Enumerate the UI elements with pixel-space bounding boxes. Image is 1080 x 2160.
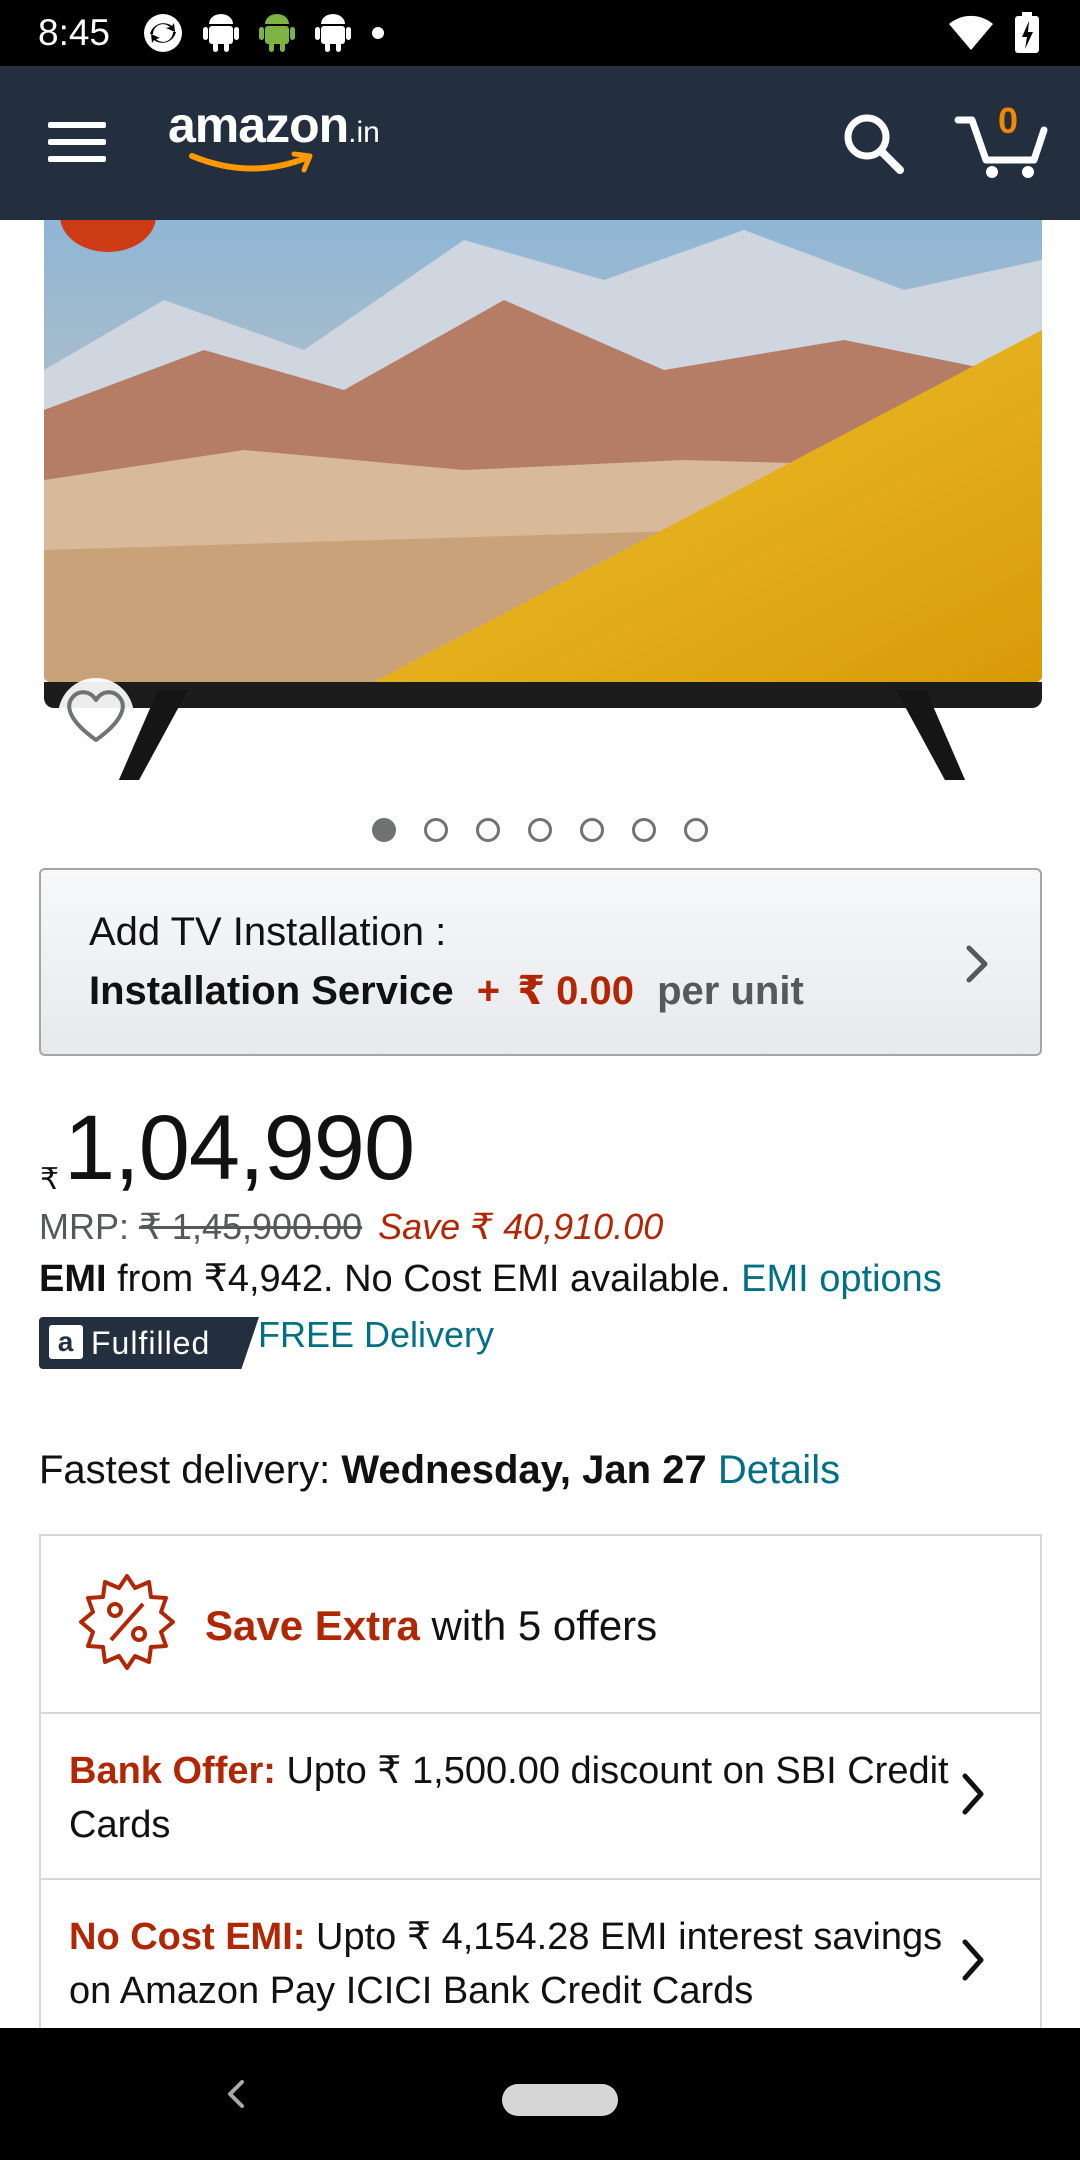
chevron-right-icon [962, 1773, 984, 1815]
emi-label: EMI [39, 1258, 107, 1300]
app-header: amazon.in 0 [0, 66, 1080, 220]
android-green-icon [258, 12, 296, 59]
carousel-dot[interactable] [476, 818, 500, 842]
carousel-dot[interactable] [684, 818, 708, 842]
emi-options-link[interactable]: EMI options [741, 1258, 942, 1300]
tv-bezel [44, 682, 1042, 708]
installation-option: Installation Service + ₹ 0.00 per unit [89, 968, 804, 1014]
offers-count-text: with 5 offers [419, 1602, 658, 1649]
offers-header[interactable]: Save Extra with 5 offers [41, 1536, 1040, 1714]
product-image-carousel[interactable] [0, 220, 1080, 780]
delivery-date: Wednesday, Jan 27 [341, 1448, 707, 1492]
sync-icon [142, 12, 184, 59]
mrp-label: MRP: [39, 1206, 129, 1247]
offer-text: Bank Offer: Upto ₹ 1,500.00 discount on … [69, 1744, 949, 1852]
installation-title: Add TV Installation : [89, 910, 447, 954]
notification-icons [142, 12, 386, 59]
offer-label: Bank Offer: [69, 1750, 276, 1792]
system-nav-bar [0, 2028, 1080, 2160]
home-pill-button[interactable] [502, 2084, 618, 2116]
free-delivery-link[interactable]: FREE Delivery [258, 1314, 494, 1356]
battery-icon [1014, 12, 1040, 59]
back-icon[interactable] [222, 2074, 250, 2114]
logo-word: amazon [168, 97, 349, 153]
smile-arrow-icon [189, 151, 313, 173]
cart-button[interactable]: 0 [954, 100, 1050, 180]
save-extra-text: Save Extra with 5 offers [205, 1602, 657, 1650]
search-icon[interactable] [840, 110, 906, 176]
savings-text: Save ₹ 40,910.00 [378, 1206, 664, 1247]
carousel-dot[interactable] [580, 818, 604, 842]
save-extra-label: Save Extra [205, 1602, 420, 1649]
carousel-dot[interactable] [424, 818, 448, 842]
mrp-line: MRP: ₹ 1,45,900.00 Save ₹ 40,910.00 [39, 1206, 663, 1248]
fulfilled-label: Fulfilled [91, 1325, 211, 1361]
price-currency: ₹ [40, 1163, 60, 1196]
amazon-logo[interactable]: amazon.in [168, 96, 380, 173]
offers-card: Save Extra with 5 offers Bank Offer: Upt… [39, 1534, 1042, 2034]
emi-line: EMI from ₹4,942. No Cost EMI available. … [39, 1256, 942, 1301]
tv-installation-selector[interactable]: Add TV Installation : Installation Servi… [39, 868, 1042, 1056]
status-bar: 8:45 [0, 0, 1080, 66]
tv-stand-right [896, 690, 966, 780]
dot-icon [370, 25, 386, 46]
wifi-icon [948, 14, 994, 57]
installation-price: ₹ 0.00 [517, 969, 634, 1013]
emi-text: from ₹4,942. No Cost EMI available. [106, 1258, 742, 1300]
offer-label: No Cost EMI: [69, 1916, 306, 1958]
product-image [44, 220, 1042, 682]
offer-text: No Cost EMI: Upto ₹ 4,154.28 EMI interes… [69, 1910, 949, 2018]
heart-icon [67, 690, 125, 742]
installation-service-label: Installation Service [89, 969, 454, 1013]
price-amount: 1,04,990 [64, 1097, 415, 1199]
carousel-dot[interactable] [528, 818, 552, 842]
chevron-right-icon [962, 1939, 984, 1981]
system-icons [948, 12, 1040, 59]
wishlist-button[interactable] [58, 678, 134, 754]
android-icon [314, 12, 352, 59]
delivery-details-link[interactable]: Details [718, 1448, 840, 1492]
fulfilled-badge: a Fulfilled [39, 1317, 259, 1369]
percent-badge-icon [79, 1574, 175, 1670]
status-time: 8:45 [38, 12, 111, 53]
cart-count: 0 [998, 100, 1019, 141]
offer-item-no-cost-emi[interactable]: No Cost EMI: Upto ₹ 4,154.28 EMI interes… [41, 1880, 1040, 2040]
amazon-a-icon: a [49, 1325, 83, 1359]
carousel-dot-active[interactable] [372, 818, 396, 842]
carousel-dot[interactable] [632, 818, 656, 842]
installation-plus: + [476, 969, 501, 1013]
offer-item-bank[interactable]: Bank Offer: Upto ₹ 1,500.00 discount on … [41, 1714, 1040, 1880]
installation-unit: per unit [657, 969, 804, 1013]
menu-icon[interactable] [48, 122, 106, 166]
mrp-value: ₹ 1,45,900.00 [139, 1206, 363, 1247]
logo-tld: .in [348, 116, 380, 149]
android-icon [202, 12, 240, 59]
chevron-right-icon [966, 945, 988, 983]
fastest-delivery: Fastest delivery: Wednesday, Jan 27 Deta… [39, 1448, 840, 1493]
fastest-delivery-label: Fastest delivery: [39, 1448, 342, 1492]
